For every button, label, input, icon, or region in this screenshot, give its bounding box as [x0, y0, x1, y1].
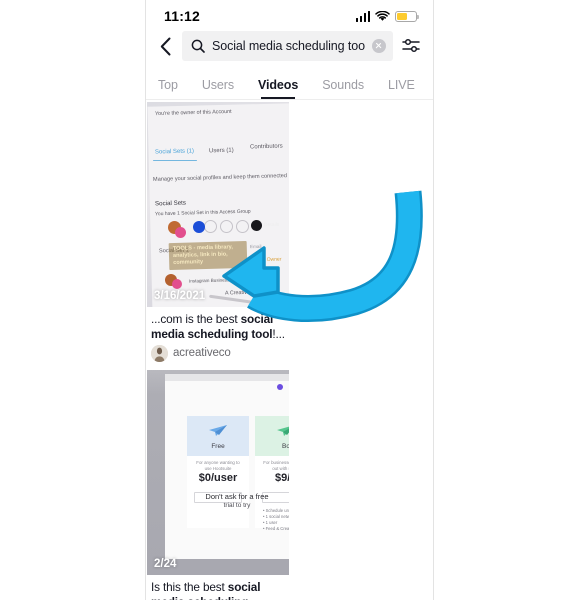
back-chevron-icon[interactable]	[154, 33, 176, 59]
pricing-plan-name: Bo	[282, 443, 289, 450]
pricing-plan-name: Free	[211, 443, 225, 450]
video-meta-row: acreativeco	[147, 342, 289, 368]
search-icon	[191, 39, 205, 53]
caption-prefix: Is this the best	[151, 580, 228, 594]
caption-suffix: !...	[272, 326, 285, 341]
caption-prefix: ...com is the best	[151, 312, 241, 326]
search-query-text: Social media scheduling tool	[212, 39, 365, 53]
battery-low-power-icon	[395, 10, 419, 22]
video-thumbnail[interactable]: Free For anyone wanting to use Hootsuite…	[147, 370, 289, 575]
search-result-tabs: Top Users Videos Sounds LIVE Hash	[146, 69, 433, 100]
signal-bars-icon	[355, 10, 370, 22]
video-caption: ...com is the best social media scheduli…	[147, 307, 289, 342]
video-date-badge: 3/16/2021	[154, 290, 206, 302]
avatar[interactable]	[151, 344, 168, 362]
video-date-badge: 2/24	[154, 558, 177, 570]
thumbnail-overlay-text: Don't ask for a free	[205, 492, 269, 501]
tab-users[interactable]: Users	[202, 78, 234, 99]
status-bar: 11:12	[146, 0, 433, 28]
filter-sliders-icon[interactable]	[399, 33, 423, 59]
tab-top[interactable]: Top	[158, 78, 178, 99]
video-caption: Is this the best social media scheduling…	[147, 575, 289, 600]
video-result-card: Free For anyone wanting to use Hootsuite…	[147, 370, 289, 600]
status-bar-clock: 11:12	[164, 8, 201, 24]
pricing-plan-blurb: For businesses starting out with social	[263, 460, 289, 471]
video-author-username[interactable]: acreativeco	[173, 347, 285, 359]
pricing-plan-price: $0/user	[198, 472, 238, 484]
tab-videos[interactable]: Videos	[258, 78, 298, 99]
pricing-plan-blurb: For anyone wanting to use Hootsuite	[196, 460, 240, 471]
tab-live[interactable]: LIVE	[388, 78, 415, 99]
video-result-card: You're the owner of this Account Social …	[147, 102, 289, 368]
video-results-grid-row-1: You're the owner of this Account Social …	[146, 100, 433, 600]
phone-screenshot: 11:12 Social media scheduling tool Top U…	[145, 0, 434, 600]
tab-sounds[interactable]: Sounds	[322, 78, 364, 99]
search-input[interactable]: Social media scheduling tool	[182, 31, 393, 61]
thumbnail-overlay-text-2: trial to try	[223, 502, 251, 509]
wifi-icon	[375, 10, 390, 22]
clear-circle-icon[interactable]	[372, 39, 386, 53]
thumbnail-overlay-text: TOOLS - media library, analytics, link i…	[168, 240, 248, 271]
screenshot-canvas: 11:12 Social media scheduling tool Top U…	[0, 0, 582, 600]
video-thumbnail[interactable]: You're the owner of this Account Social …	[147, 102, 289, 307]
status-bar-icons	[355, 10, 419, 22]
pricing-plan-price: $9/u	[274, 472, 289, 484]
search-row: Social media scheduling tool	[146, 28, 433, 69]
